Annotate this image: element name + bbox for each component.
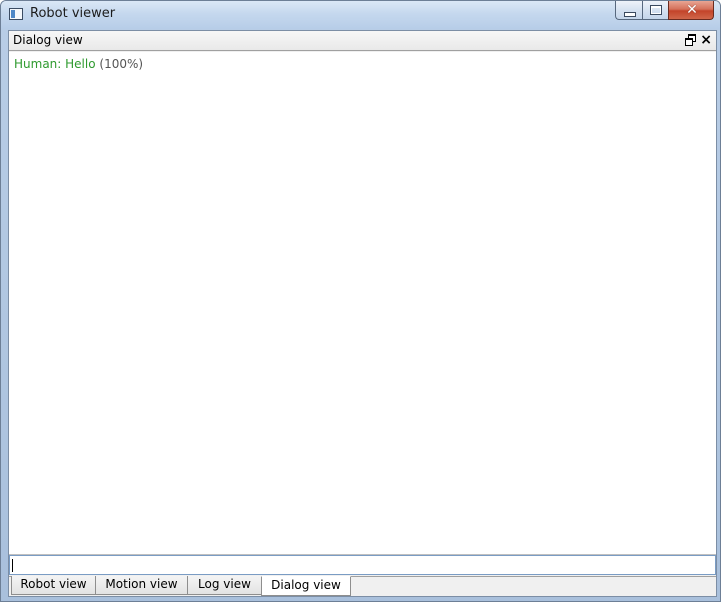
dock-title-bar[interactable]: Dialog view × [9,31,716,51]
tab-dialog-view[interactable]: Dialog view [261,576,351,596]
main-window: Robot viewer ✕ Dialog view × Human: Hell [0,0,721,602]
tab-motion-view[interactable]: Motion view [95,576,188,595]
client-area: Dialog view × Human: Hello (100%) Robot … [8,30,717,597]
float-back-frame [685,38,693,46]
tab-log-view[interactable]: Log view [187,576,262,595]
dialog-message: Human: Hello (100%) [14,57,143,71]
dock-close-icon[interactable]: × [700,31,712,49]
caption-buttons: ✕ [615,1,714,21]
text-caret [12,559,13,572]
dialog-log[interactable]: Human: Hello (100%) [9,52,716,555]
window-title: Robot viewer [30,6,116,21]
close-icon: ✕ [686,2,698,18]
app-window-icon[interactable] [9,8,23,20]
dialog-input[interactable] [9,555,716,575]
close-button[interactable]: ✕ [668,1,714,20]
float-restore-icon[interactable] [685,34,696,46]
tab-robot-view[interactable]: Robot view [11,576,96,595]
maximize-button[interactable] [642,1,668,20]
maximize-icon [650,5,662,15]
tab-bar: Robot view Motion view Log view Dialog v… [9,576,716,596]
minimize-button[interactable] [615,1,642,20]
dock-title: Dialog view [13,33,83,47]
title-bar[interactable]: Robot viewer ✕ [1,1,720,29]
message-text: Human: Hello [14,57,96,71]
minimize-icon [624,12,636,17]
message-confidence: (100%) [99,57,144,71]
